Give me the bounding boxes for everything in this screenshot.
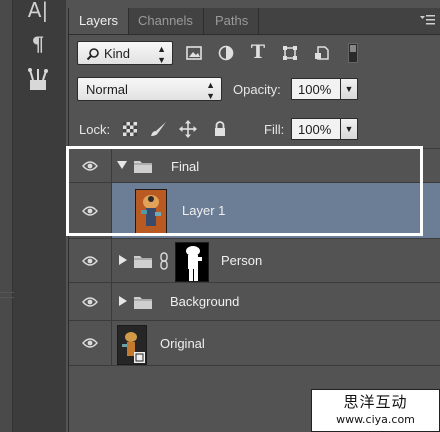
smart-object-filter-icon[interactable] xyxy=(311,42,333,64)
blend-mode-value: Normal xyxy=(86,82,128,97)
layer-row-original[interactable]: Original xyxy=(69,320,440,366)
visibility-eye-icon[interactable] xyxy=(69,239,112,282)
panel-menu-icon[interactable] xyxy=(419,14,435,28)
opacity-slider-arrow-icon[interactable]: ▼ xyxy=(340,78,358,100)
paragraph-glyph: ¶ xyxy=(31,32,45,56)
layer-name: Original xyxy=(160,336,205,351)
layer-name: Background xyxy=(170,294,240,309)
lock-position-icon[interactable] xyxy=(177,118,199,140)
filter-row: Kind ▲ ▼ T xyxy=(69,38,440,70)
panel-tabs: Layers Channels Paths xyxy=(69,8,440,35)
fill-field[interactable]: 100% xyxy=(291,118,341,140)
watermark-url: www.ciya.com xyxy=(336,413,415,426)
visibility-eye-icon[interactable] xyxy=(69,283,112,320)
lock-all-icon[interactable] xyxy=(209,118,231,140)
opacity-label: Opacity: xyxy=(233,82,281,97)
paragraph-icon[interactable]: ¶ xyxy=(24,30,52,58)
fill-slider-arrow-icon[interactable]: ▼ xyxy=(340,118,358,140)
opacity-field[interactable]: 100% xyxy=(291,78,341,100)
search-icon xyxy=(86,48,99,61)
type-filter-glyph: T xyxy=(250,41,266,63)
filter-kind-label: Kind xyxy=(104,46,131,61)
blend-mode-dropdown[interactable]: Normal ▲ ▼ xyxy=(77,77,222,101)
type-tool-glyph: A| xyxy=(27,0,49,22)
layer-row-background[interactable]: Background xyxy=(69,282,440,320)
expand-arrow-right-icon[interactable] xyxy=(119,255,127,265)
type-filter-icon[interactable]: T xyxy=(247,41,269,63)
link-chain-icon[interactable] xyxy=(159,252,169,270)
dropdown-arrows-icon: ▲ ▼ xyxy=(206,80,215,101)
fill-label: Fill: xyxy=(264,122,285,137)
layer-thumbnail xyxy=(117,325,147,365)
filter-kind-dropdown[interactable]: Kind ▲ ▼ xyxy=(77,41,173,65)
lock-transparent-icon[interactable] xyxy=(119,118,141,140)
filter-toggle-switch[interactable] xyxy=(348,43,358,63)
layer-mask-thumbnail[interactable] xyxy=(175,242,209,282)
image-filter-icon[interactable] xyxy=(183,42,205,64)
type-tool-icon[interactable]: A| xyxy=(24,0,52,24)
tab-paths[interactable]: Paths xyxy=(205,8,260,34)
tab-layers[interactable]: Layers xyxy=(69,8,130,34)
tab-channels[interactable]: Channels xyxy=(128,8,204,34)
blend-row: Normal ▲ ▼ Opacity: 100% ▼ xyxy=(69,74,440,108)
highlight-frame xyxy=(66,146,423,236)
adjustment-filter-icon[interactable] xyxy=(215,42,237,64)
brush-tools-icon[interactable] xyxy=(24,66,52,94)
expand-arrow-right-icon[interactable] xyxy=(119,296,127,306)
lock-label: Lock: xyxy=(79,122,111,137)
lock-row: Lock: Fill: 100% ▼ xyxy=(69,112,440,146)
layer-row-person[interactable]: Person xyxy=(69,238,440,282)
dropdown-arrows-icon: ▲ ▼ xyxy=(157,44,166,65)
tools-strip: A| ¶ xyxy=(0,0,66,432)
layer-name: Person xyxy=(221,253,263,268)
collapsed-dock xyxy=(0,0,13,432)
lock-image-icon[interactable] xyxy=(147,118,169,140)
dock-divider xyxy=(0,292,14,298)
folder-icon xyxy=(134,256,152,268)
watermark: 思洋互动 www.ciya.com xyxy=(311,389,440,432)
watermark-chinese: 思洋互动 xyxy=(343,393,408,411)
folder-icon xyxy=(134,297,152,309)
shape-filter-icon[interactable] xyxy=(279,42,301,64)
visibility-eye-icon[interactable] xyxy=(69,321,112,365)
